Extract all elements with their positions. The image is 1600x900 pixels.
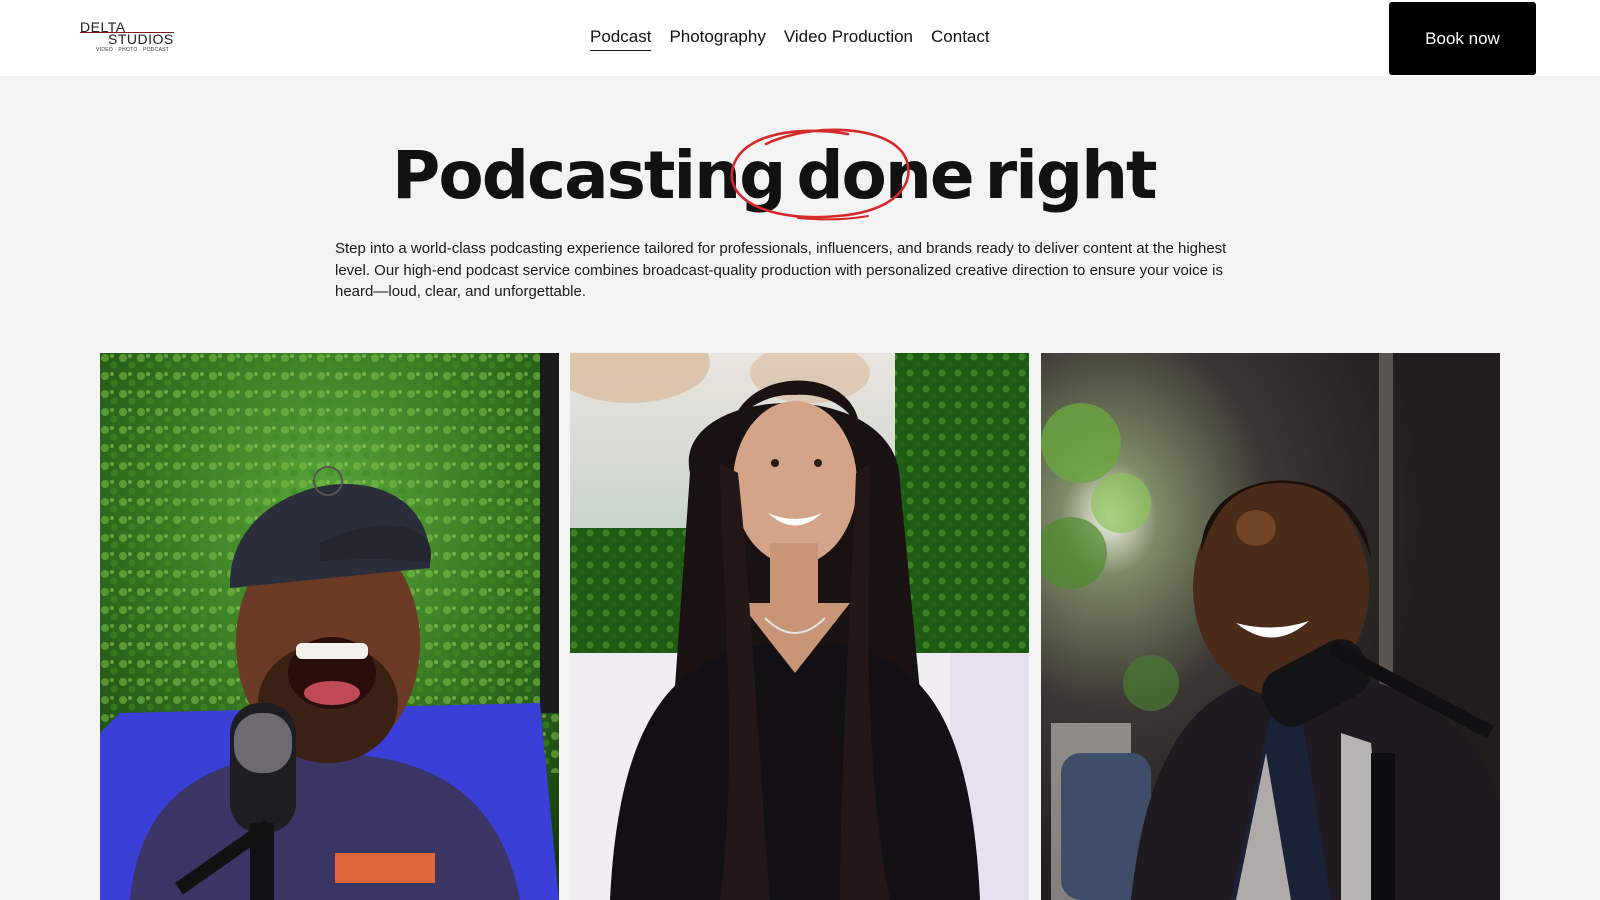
logo-tagline: VIDEO · PHOTO · PODCAST [96, 47, 170, 53]
nav-item-video-production[interactable]: Video Production [784, 26, 913, 50]
logo-word-studios: STUDIOS [108, 31, 174, 47]
laughing-man-with-cap-photo [100, 353, 559, 900]
page: DELTA STUDIOS VIDEO · PHOTO · PODCAST Po… [0, 0, 1600, 900]
nav-item-podcast[interactable]: Podcast [590, 26, 652, 51]
nav-item-photography[interactable]: Photography [669, 26, 765, 50]
page-title: Podcasting done right [392, 136, 1158, 216]
headline-word-podcasting: Podcasting [392, 137, 786, 214]
smiling-woman-long-hair-photo [570, 353, 1029, 900]
site-header: DELTA STUDIOS VIDEO · PHOTO · PODCAST Po… [0, 0, 1600, 76]
smiling-man-with-microphone-photo [1041, 353, 1500, 900]
nav-item-contact[interactable]: Contact [931, 26, 990, 50]
hero-intro-text: Step into a world-class podcasting exper… [335, 240, 1227, 300]
headline-word-right: right [984, 137, 1158, 214]
headline-word-done: done [796, 137, 974, 214]
main-nav: Podcast Photography Video Production Con… [590, 26, 990, 51]
delta-studios-logo[interactable]: DELTA STUDIOS VIDEO · PHOTO · PODCAST [80, 20, 180, 56]
book-now-button[interactable]: Book now [1389, 2, 1536, 75]
